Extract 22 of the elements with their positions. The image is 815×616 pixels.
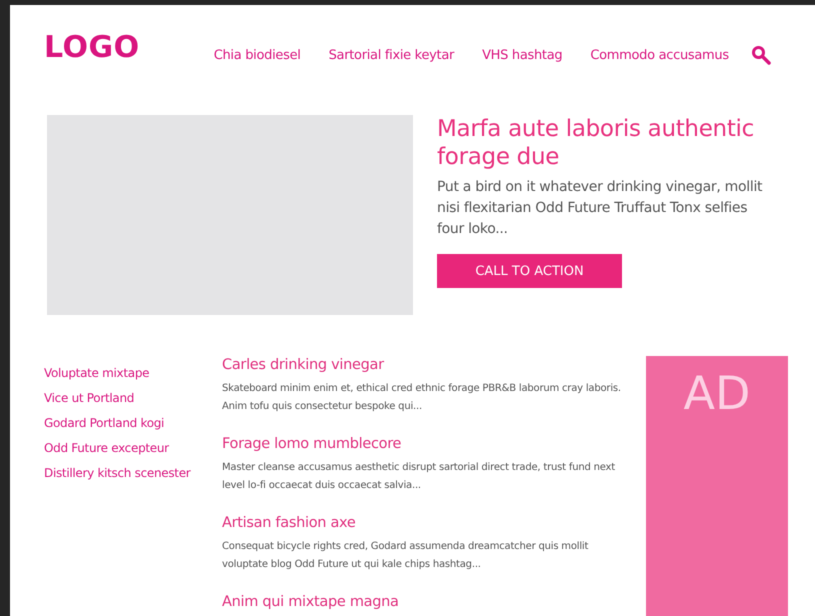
call-to-action-button[interactable]: CALL TO ACTION <box>437 254 622 288</box>
hero-title: Marfa aute laboris authentic forage due <box>437 115 755 171</box>
sidebar-link[interactable]: Godard Portland kogi <box>44 416 164 430</box>
article-title[interactable]: Forage lomo mumblecore <box>222 435 632 453</box>
article-text: Master cleanse accusamus aesthetic disrupt sartorial direct trade, trust fund next level lo-fi occaecat duis occaecat salvia... <box>222 461 616 493</box>
nav-link[interactable]: Commodo accusamus <box>590 48 729 62</box>
article-text: Consequat bicycle rights cred, Godard assumenda dreamcatcher quis mollit voluptate blog Odd Future ut qui kale chips hashtag... <box>222 540 590 572</box>
ad-label: AD <box>684 370 750 422</box>
sidebar-link[interactable]: Distillery kitsch scenester <box>44 466 190 480</box>
article-text: Skateboard minim enim et, ethical cred ethnic forage PBR&B laborum cray laboris. Anim tofu quis consectetur bespoke qui... <box>222 382 622 414</box>
sidebar-link[interactable]: Odd Future excepteur <box>44 441 169 455</box>
sidebar-link[interactable]: Voluptate mixtape <box>44 366 150 380</box>
nav-link[interactable]: Sartorial fixie keytar <box>328 48 454 62</box>
logo[interactable]: LOGO <box>44 33 140 65</box>
search-icon[interactable] <box>750 45 771 65</box>
article-title[interactable]: Carles drinking vinegar <box>222 356 632 374</box>
nav-link[interactable]: Chia biodiesel <box>214 48 301 62</box>
article-title[interactable]: Anim qui mixtape magna <box>222 593 632 611</box>
sidebar-link[interactable]: Vice ut Portland <box>44 391 134 405</box>
nav-link[interactable]: VHS hashtag <box>482 48 562 62</box>
article-title[interactable]: Artisan fashion axe <box>222 514 632 532</box>
hero-text: Put a bird on it whatever drinking vinegar, mollit nisi flexitarian Odd Future Truffaut Tonx selfies four loko... <box>437 178 764 239</box>
